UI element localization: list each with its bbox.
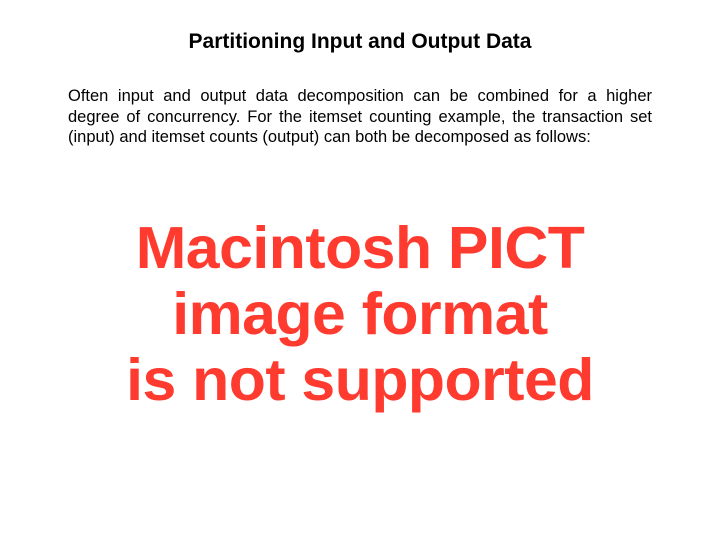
slide-body-text: Often input and output data decompositio… [68,86,652,148]
slide-title: Partitioning Input and Output Data [0,30,720,54]
placeholder-line-2: image format [51,281,669,347]
placeholder-line-3: is not supported [51,347,669,413]
slide: Partitioning Input and Output Data Often… [0,0,720,540]
pict-not-supported-placeholder: Macintosh PICT image format is not suppo… [51,215,669,413]
placeholder-line-1: Macintosh PICT [51,215,669,281]
